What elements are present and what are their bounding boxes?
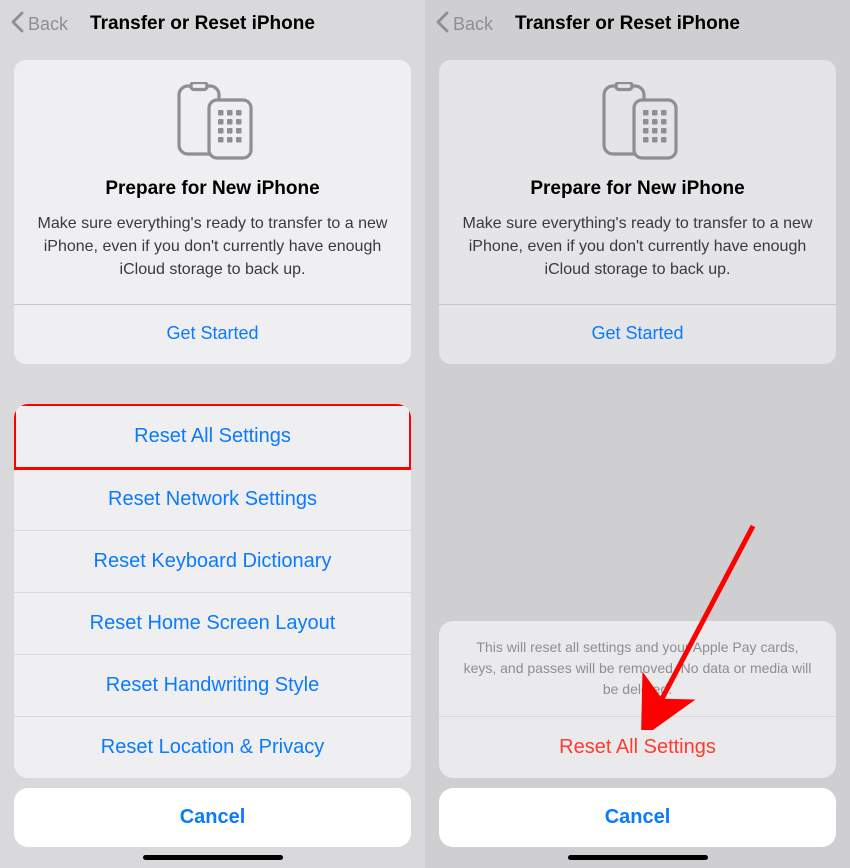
- confirm-card: This will reset all settings and your Ap…: [439, 621, 836, 778]
- hero-title: Prepare for New iPhone: [457, 178, 818, 200]
- nav-bar: Back Transfer or Reset iPhone: [0, 0, 425, 48]
- reset-location-privacy-option[interactable]: Reset Location & Privacy: [14, 717, 411, 778]
- home-indicator[interactable]: [143, 855, 283, 860]
- reset-home-screen-layout-option[interactable]: Reset Home Screen Layout: [14, 593, 411, 655]
- hero-description: Make sure everything's ready to transfer…: [457, 212, 818, 304]
- confirm-message: This will reset all settings and your Ap…: [439, 621, 836, 717]
- nav-bar: Back Transfer or Reset iPhone: [425, 0, 850, 48]
- cancel-button[interactable]: Cancel: [14, 788, 411, 847]
- back-chevron-icon[interactable]: [10, 10, 24, 38]
- hero-title: Prepare for New iPhone: [32, 178, 393, 200]
- hero-card: Prepare for New iPhone Make sure everyth…: [439, 60, 836, 364]
- get-started-button[interactable]: Get Started: [32, 305, 393, 364]
- confirm-reset-all-settings-button[interactable]: Reset All Settings: [439, 717, 836, 778]
- right-phone: Back Transfer or Reset iPhone Prepare fo…: [425, 0, 850, 868]
- cancel-button[interactable]: Cancel: [439, 788, 836, 847]
- page-title: Transfer or Reset iPhone: [90, 13, 315, 35]
- back-button[interactable]: Back: [453, 14, 493, 35]
- action-sheet-list: Reset All Settings Reset Network Setting…: [14, 404, 411, 778]
- reset-all-settings-option[interactable]: Reset All Settings: [14, 404, 411, 470]
- reset-handwriting-style-option[interactable]: Reset Handwriting Style: [14, 655, 411, 717]
- back-chevron-icon[interactable]: [435, 10, 449, 38]
- get-started-button[interactable]: Get Started: [457, 305, 818, 364]
- reset-network-settings-option[interactable]: Reset Network Settings: [14, 469, 411, 531]
- devices-icon: [457, 82, 818, 160]
- page-title: Transfer or Reset iPhone: [515, 13, 740, 35]
- left-phone: Back Transfer or Reset iPhone Prepare fo…: [0, 0, 425, 868]
- action-sheet: Reset All Settings Reset Network Setting…: [14, 404, 411, 860]
- reset-keyboard-dictionary-option[interactable]: Reset Keyboard Dictionary: [14, 531, 411, 593]
- hero-card: Prepare for New iPhone Make sure everyth…: [14, 60, 411, 364]
- back-button[interactable]: Back: [28, 14, 68, 35]
- home-indicator[interactable]: [568, 855, 708, 860]
- hero-description: Make sure everything's ready to transfer…: [32, 212, 393, 304]
- devices-icon: [32, 82, 393, 160]
- confirmation-sheet: This will reset all settings and your Ap…: [439, 621, 836, 860]
